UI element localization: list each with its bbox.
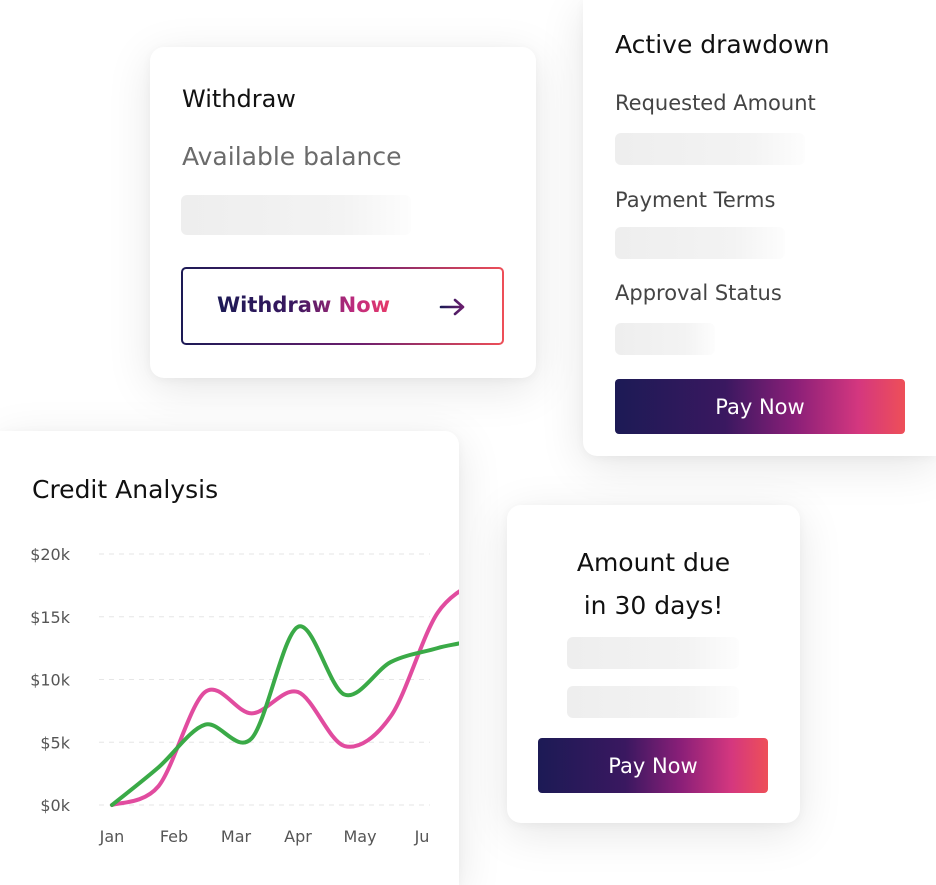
requested-amount-placeholder xyxy=(615,133,805,165)
y-tick-label: $10k xyxy=(30,671,71,690)
withdraw-title: Withdraw xyxy=(182,85,296,113)
series-line-1 xyxy=(110,589,459,807)
credit-analysis-card: Credit Analysis $0k $5k $10k $15k $20k Jan Feb… xyxy=(0,431,459,885)
active-drawdown-title: Active drawdown xyxy=(615,30,830,59)
amount-due-placeholder-2 xyxy=(567,686,739,718)
y-tick-label: $15k xyxy=(30,608,71,627)
x-tick-label: Feb xyxy=(160,827,188,846)
approval-status-label: Approval Status xyxy=(615,281,782,305)
amount-due-title: Amount due in 30 days! xyxy=(507,541,800,627)
y-tick-label: $5k xyxy=(40,733,70,752)
amount-due-pay-now-button[interactable]: Pay Now xyxy=(538,738,768,793)
requested-amount-label: Requested Amount xyxy=(615,91,816,115)
arrow-right-icon xyxy=(439,298,465,316)
amount-due-placeholder-1 xyxy=(567,637,739,669)
credit-analysis-chart: $0k $5k $10k $15k $20k Jan Feb Mar Apr May Ju xyxy=(30,545,459,846)
balance-placeholder xyxy=(181,195,411,235)
y-tick-label: $0k xyxy=(40,796,70,815)
series-line-2 xyxy=(110,624,459,807)
y-tick-label: $20k xyxy=(30,545,71,564)
x-tick-label: May xyxy=(343,827,376,846)
x-tick-label: Ju xyxy=(414,827,430,846)
drawdown-pay-now-button[interactable]: Pay Now xyxy=(615,379,905,434)
amount-due-title-line1: Amount due xyxy=(576,548,731,577)
withdraw-now-label: Withdraw Now xyxy=(217,293,391,317)
amount-due-title-line2: in 30 days! xyxy=(583,591,724,620)
approval-status-placeholder xyxy=(615,323,715,355)
payment-terms-placeholder xyxy=(615,227,785,259)
x-tick-label: Apr xyxy=(284,827,312,846)
active-drawdown-card: Active drawdown Requested Amount Payment… xyxy=(583,0,936,456)
withdraw-now-button[interactable]: Withdraw Now xyxy=(181,267,504,345)
x-tick-label: Jan xyxy=(99,827,125,846)
x-tick-label: Mar xyxy=(221,827,252,846)
amount-due-card: Amount due in 30 days! Pay Now xyxy=(507,505,800,823)
payment-terms-label: Payment Terms xyxy=(615,188,776,212)
withdraw-card: Withdraw Available balance Withdraw Now xyxy=(150,47,536,378)
available-balance-label: Available balance xyxy=(182,142,402,171)
